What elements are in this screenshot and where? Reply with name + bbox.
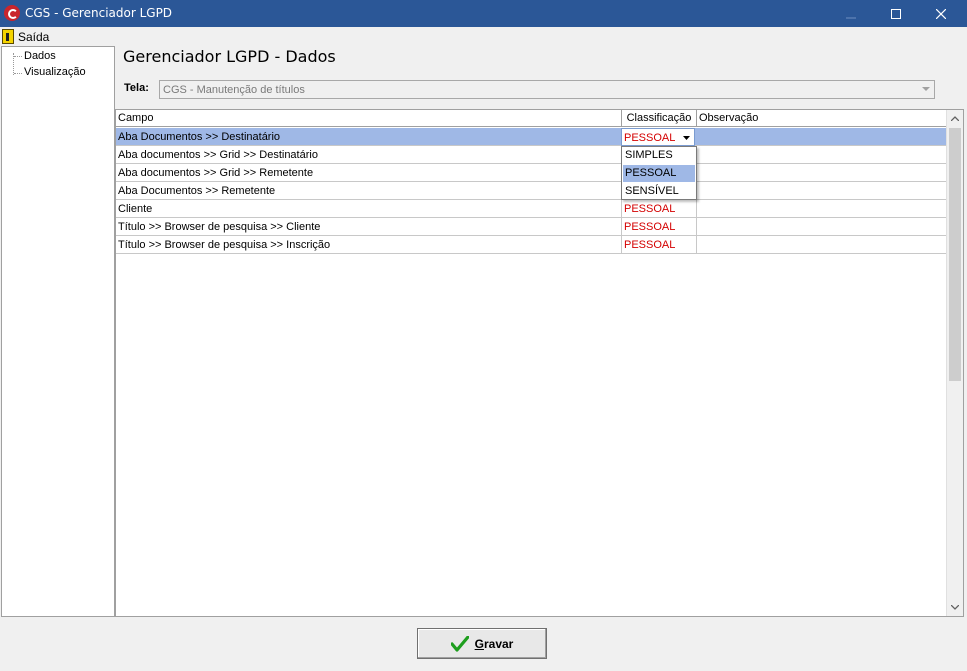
chevron-down-icon[interactable]	[680, 132, 692, 143]
cell-campo: Título >> Browser de pesquisa >> Inscriç…	[116, 236, 622, 254]
cell-campo: Aba Documentos >> Remetente	[116, 182, 622, 200]
cell-observacao[interactable]	[697, 200, 947, 218]
tela-label: Tela:	[124, 82, 149, 94]
cell-campo: Aba Documentos >> Destinatário	[116, 128, 622, 146]
tela-select-value: CGS - Manutenção de títulos	[163, 84, 305, 96]
grid-header: Campo Classificação Observação	[116, 110, 947, 127]
dropdown-option-sensivel[interactable]: SENSÍVEL	[623, 183, 695, 200]
menu-exit[interactable]: Saída	[2, 28, 49, 45]
chevron-down-icon[interactable]	[918, 82, 933, 97]
dropdown-option-simples[interactable]: SIMPLES	[623, 147, 695, 164]
table-row[interactable]: Aba documentos >> Grid >> Remetente	[116, 164, 947, 182]
cell-observacao[interactable]	[697, 146, 947, 164]
table-row[interactable]: Aba Documentos >> Remetente	[116, 182, 947, 200]
cell-observacao[interactable]	[697, 128, 947, 146]
cell-observacao[interactable]	[697, 218, 947, 236]
vertical-scrollbar[interactable]	[946, 110, 963, 616]
save-button-accesskey: G	[474, 636, 484, 651]
chevron-down-icon	[951, 605, 959, 610]
exit-door-icon	[2, 29, 14, 44]
column-header-classificacao[interactable]: Classificação	[622, 110, 697, 127]
save-button-label-rest: ravar	[483, 636, 514, 651]
minimize-icon	[846, 17, 856, 18]
cell-campo: Cliente	[116, 200, 622, 218]
menu-bar: Saída	[0, 27, 967, 46]
table-row[interactable]: Aba Documentos >> Destinatário PESSOAL	[116, 128, 947, 146]
tree-connector	[14, 73, 22, 74]
app-logo-icon	[4, 5, 20, 21]
table-row[interactable]: Título >> Browser de pesquisa >> Cliente…	[116, 218, 947, 236]
close-button[interactable]	[918, 0, 964, 27]
dropdown-option-pessoal[interactable]: PESSOAL	[623, 165, 695, 182]
tela-select[interactable]: CGS - Manutenção de títulos	[159, 80, 935, 99]
checkmark-icon	[450, 635, 469, 652]
tree-item-dados[interactable]: Dados	[24, 50, 56, 62]
navigation-tree: Dados Visualização	[1, 46, 115, 617]
table-row[interactable]: Título >> Browser de pesquisa >> Inscriç…	[116, 236, 947, 254]
scroll-up-button[interactable]	[947, 110, 963, 127]
cell-classificacao[interactable]: PESSOAL	[622, 218, 697, 236]
maximize-icon	[891, 8, 901, 19]
column-header-campo[interactable]: Campo	[116, 110, 622, 127]
tree-connector	[14, 56, 22, 57]
cell-campo: Aba documentos >> Grid >> Destinatário	[116, 146, 622, 164]
save-button-label: Gravar	[475, 637, 514, 651]
menu-exit-label: Saída	[18, 29, 50, 44]
minimize-button[interactable]	[828, 0, 874, 27]
table-row[interactable]: Aba documentos >> Grid >> Destinatário	[116, 146, 947, 164]
page-title: Gerenciador LGPD - Dados	[123, 47, 336, 66]
window-title: CGS - Gerenciador LGPD	[25, 6, 173, 20]
data-grid: Campo Classificação Observação Aba Docum…	[115, 109, 964, 617]
cell-classificacao[interactable]: PESSOAL	[622, 200, 697, 218]
save-button[interactable]: Gravar	[417, 628, 547, 659]
cell-classificacao[interactable]: PESSOAL	[622, 236, 697, 254]
cell-campo: Título >> Browser de pesquisa >> Cliente	[116, 218, 622, 236]
cell-observacao[interactable]	[697, 182, 947, 200]
tree-item-visualizacao[interactable]: Visualização	[24, 66, 86, 78]
chevron-up-icon	[951, 116, 959, 121]
table-row[interactable]: Cliente PESSOAL	[116, 200, 947, 218]
title-bar: CGS - Gerenciador LGPD	[0, 0, 967, 27]
scrollbar-thumb[interactable]	[949, 128, 961, 381]
maximize-button[interactable]	[873, 0, 919, 27]
cell-observacao[interactable]	[697, 164, 947, 182]
cell-observacao[interactable]	[697, 236, 947, 254]
scroll-down-button[interactable]	[947, 599, 963, 616]
classification-dropdown-list: SIMPLES PESSOAL SENSÍVEL	[621, 146, 697, 200]
cell-campo: Aba documentos >> Grid >> Remetente	[116, 164, 622, 182]
column-header-observacao[interactable]: Observação	[697, 110, 947, 127]
close-icon	[936, 8, 946, 19]
classification-editor-value: PESSOAL	[624, 132, 676, 144]
classification-editor[interactable]: PESSOAL	[621, 128, 695, 146]
